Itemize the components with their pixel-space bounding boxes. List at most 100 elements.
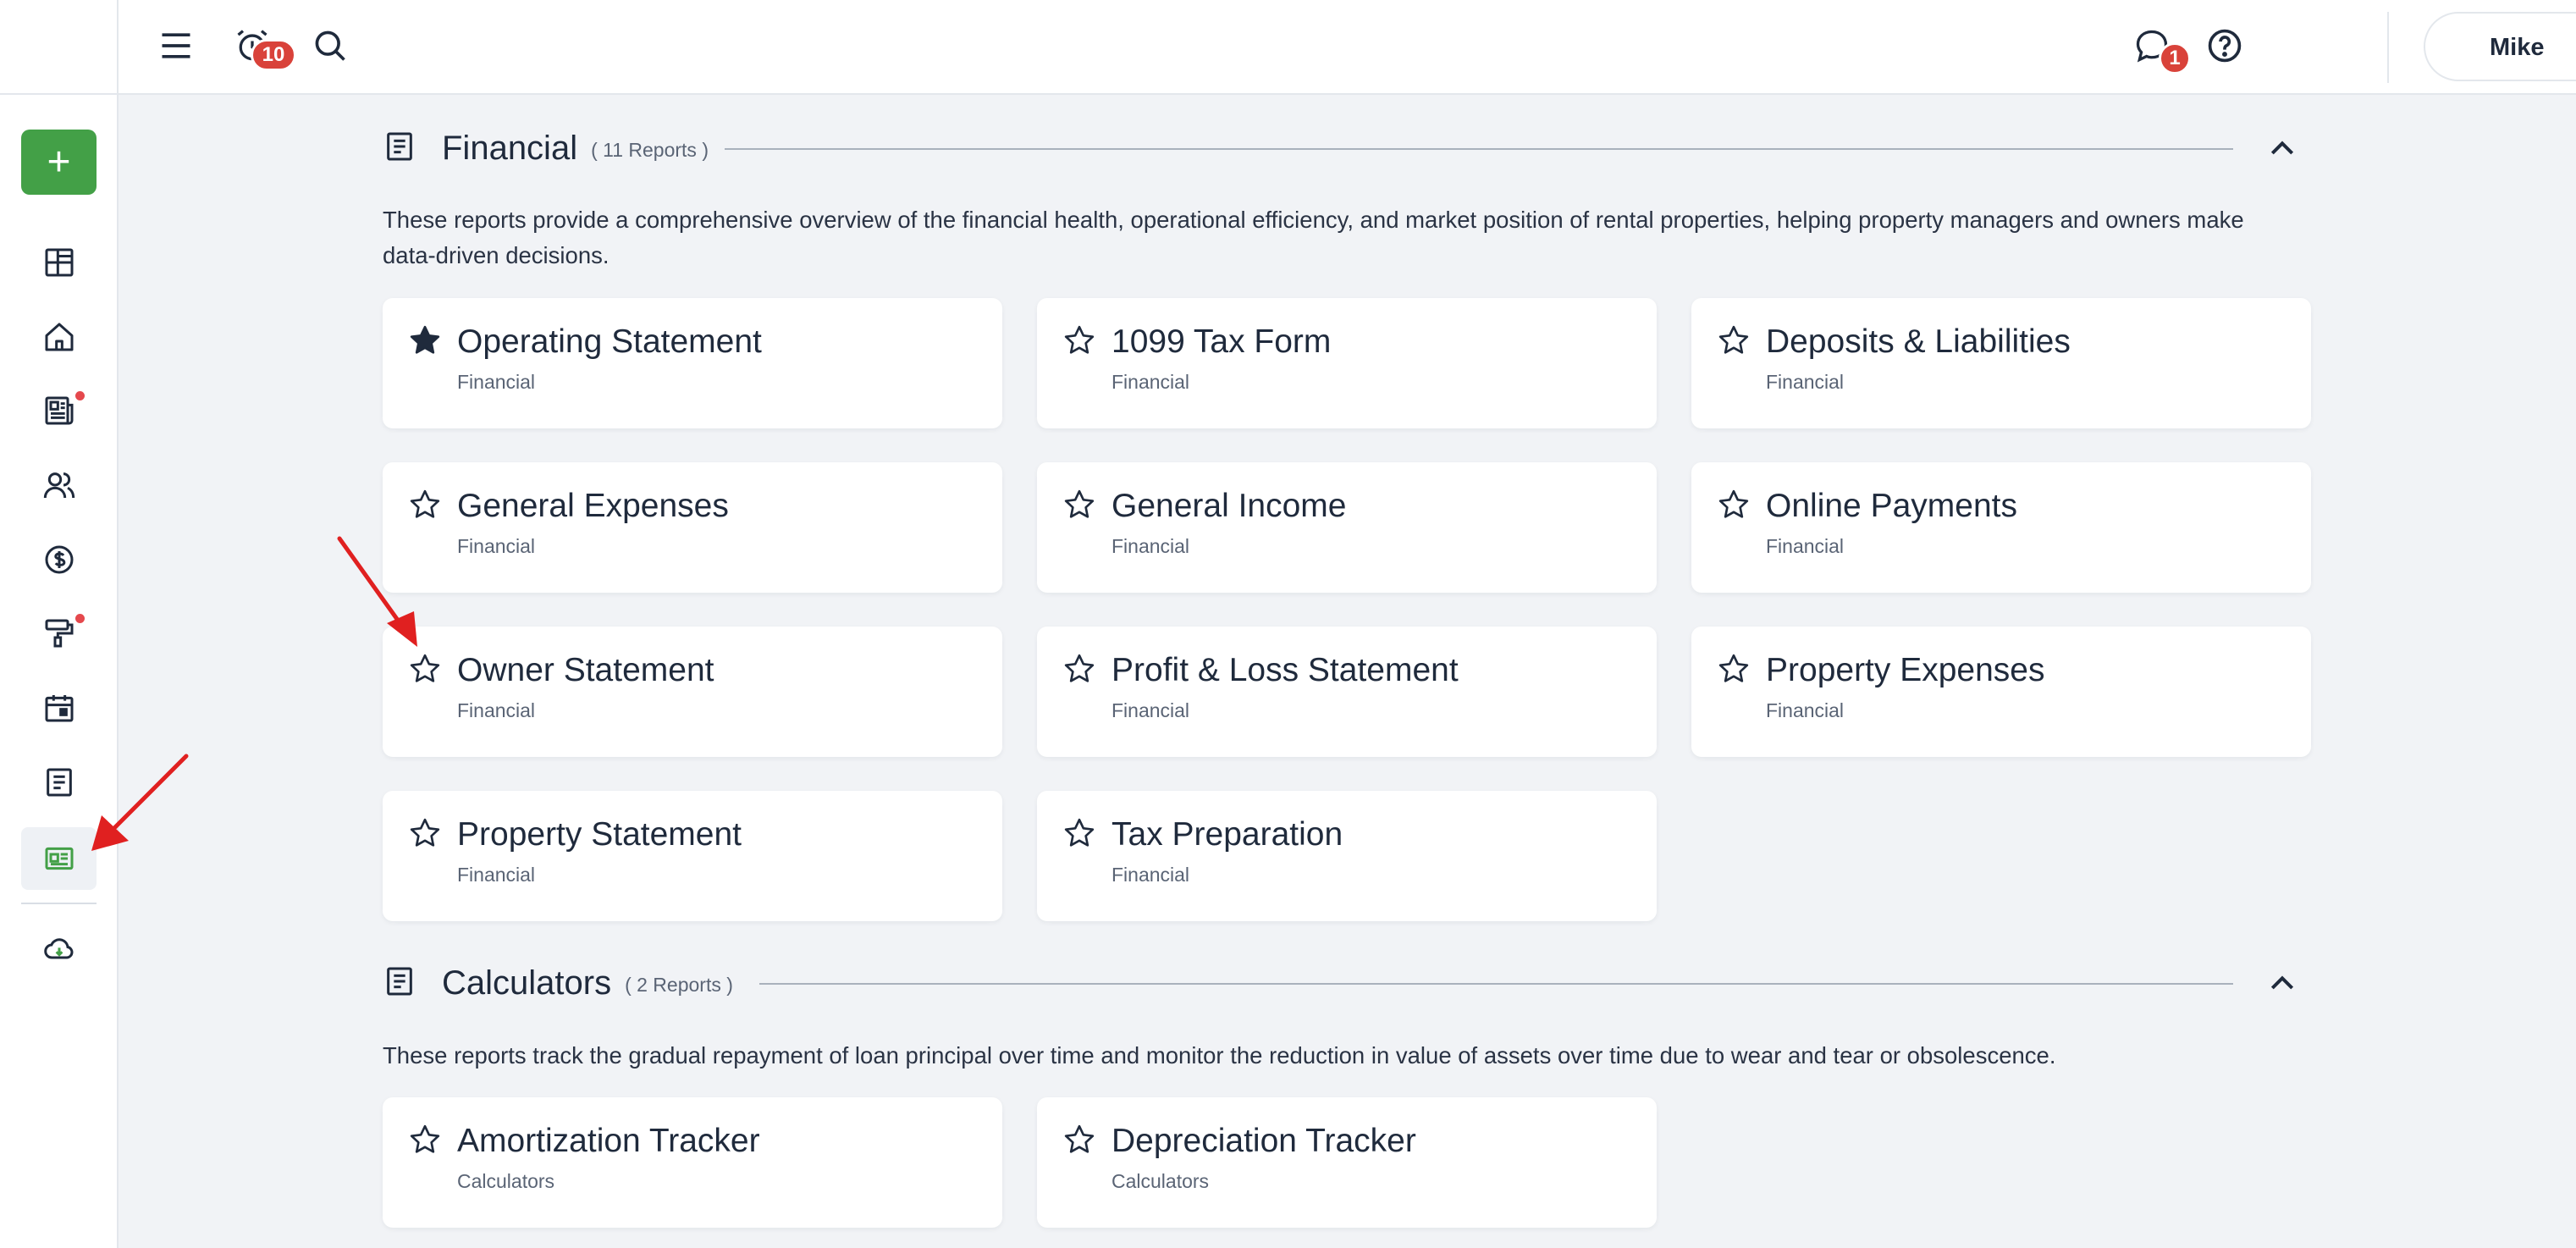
star-outline-icon[interactable] (408, 816, 442, 850)
report-title: Tax Preparation (1111, 816, 1343, 853)
chat-badge: 1 (2159, 42, 2191, 75)
star-outline-icon[interactable] (1062, 488, 1096, 522)
sidebar-item-cloud[interactable] (21, 918, 97, 980)
top-header: 10 1 Mike (119, 0, 2576, 95)
star-outline-icon[interactable] (1717, 652, 1751, 686)
dollar-circle-icon (45, 545, 73, 574)
star-outline-icon[interactable] (408, 488, 442, 522)
alarm-button[interactable]: 10 (229, 20, 296, 71)
home-icon (45, 323, 73, 351)
section-header-financial: Financial ( 11 Reports ) (383, 123, 709, 174)
section-title: Financial (442, 129, 578, 167)
section-divider (725, 148, 2233, 150)
report-category: Financial (457, 535, 536, 557)
report-card[interactable]: Online Payments Financial (1691, 462, 2311, 593)
newspaper-icon (45, 396, 73, 425)
search-icon (315, 30, 345, 61)
sidebar: + (0, 0, 119, 1248)
report-title: General Expenses (457, 488, 729, 524)
report-title: Amortization Tracker (457, 1123, 760, 1159)
report-card[interactable]: General Expenses Financial (383, 462, 1002, 593)
user-menu[interactable]: Mike (2424, 12, 2576, 81)
header-separator (2387, 12, 2389, 83)
section-description: These reports provide a comprehensive ov… (383, 207, 2244, 268)
sidebar-item-calendar[interactable] (21, 676, 97, 739)
document-icon (46, 768, 72, 797)
star-outline-icon[interactable] (408, 652, 442, 686)
sidebar-logo-area (0, 0, 117, 95)
hamburger-icon (162, 33, 190, 58)
report-category: Financial (457, 864, 536, 886)
report-category: Financial (1111, 864, 1190, 886)
report-category: Financial (1766, 535, 1845, 557)
report-category: Calculators (457, 1170, 555, 1192)
menu-button[interactable] (152, 20, 200, 71)
report-category: Financial (1766, 371, 1845, 393)
section-title: Calculators (442, 964, 612, 1002)
user-name: Mike (2490, 34, 2545, 61)
paint-roller-icon (45, 619, 73, 648)
help-circle-icon (2208, 29, 2242, 63)
report-card[interactable]: Deposits & Liabilities Financial (1691, 298, 2311, 428)
report-category: Financial (1111, 699, 1190, 721)
report-title: Property Expenses (1766, 652, 2045, 688)
report-card[interactable]: General Income Financial (1037, 462, 1657, 593)
sidebar-item-payments[interactable] (21, 528, 97, 591)
help-button[interactable] (2201, 20, 2248, 71)
report-title: Online Payments (1766, 488, 2017, 524)
report-title: Depreciation Tracker (1111, 1123, 1416, 1159)
star-outline-icon[interactable] (1062, 1123, 1096, 1157)
sidebar-divider (21, 903, 97, 904)
report-card[interactable]: Property Expenses Financial (1691, 627, 2311, 757)
report-card[interactable]: 1099 Tax Form Financial (1037, 298, 1657, 428)
report-category: Calculators (1111, 1170, 1210, 1192)
section-count: ( 2 Reports ) (625, 973, 733, 996)
dashboard-icon (45, 248, 73, 277)
report-card[interactable]: Tax Preparation Financial (1037, 791, 1657, 921)
star-outline-icon[interactable] (1062, 323, 1096, 357)
report-category: Financial (457, 699, 536, 721)
add-button[interactable]: + (21, 130, 97, 195)
sidebar-item-news[interactable] (21, 379, 97, 442)
chevron-up-icon[interactable] (2265, 967, 2299, 1001)
report-card[interactable]: Operating Statement Financial (383, 298, 1002, 428)
report-card[interactable]: Depreciation Tracker Calculators (1037, 1097, 1657, 1228)
document-icon (383, 130, 416, 168)
star-outline-icon[interactable] (1062, 652, 1096, 686)
search-button[interactable] (306, 20, 354, 71)
section-count: ( 11 Reports ) (591, 138, 709, 161)
sidebar-item-people[interactable] (21, 454, 97, 516)
report-category: Financial (1766, 699, 1845, 721)
people-icon (43, 472, 74, 499)
notification-dot (75, 614, 85, 623)
chevron-up-icon[interactable] (2265, 132, 2299, 166)
chat-button[interactable]: 1 (2128, 20, 2191, 75)
sidebar-item-maintenance[interactable] (21, 602, 97, 665)
annotation-arrow (337, 536, 417, 647)
report-card[interactable]: Profit & Loss Statement Financial (1037, 627, 1657, 757)
sidebar-item-dashboard[interactable] (21, 231, 97, 294)
star-outline-icon[interactable] (1717, 323, 1751, 357)
report-card[interactable]: Amortization Tracker Calculators (383, 1097, 1002, 1228)
star-filled-icon[interactable] (408, 323, 442, 357)
section-header-calculators: Calculators ( 2 Reports ) (383, 958, 733, 1008)
report-category: Financial (457, 371, 536, 393)
report-card[interactable]: Owner Statement Financial (383, 627, 1002, 757)
reports-icon (45, 847, 73, 870)
document-icon (383, 964, 416, 1002)
report-title: 1099 Tax Form (1111, 323, 1332, 360)
cloud-download-icon (43, 938, 73, 959)
annotation-arrow (91, 754, 189, 851)
report-title: Property Statement (457, 816, 742, 853)
report-card[interactable]: Property Statement Financial (383, 791, 1002, 921)
report-category: Financial (1111, 535, 1190, 557)
report-title: Owner Statement (457, 652, 714, 688)
section-description: These reports track the gradual repaymen… (383, 1042, 2056, 1069)
sidebar-item-home[interactable] (21, 306, 97, 368)
notification-dot (75, 391, 85, 400)
star-outline-icon[interactable] (1062, 816, 1096, 850)
star-outline-icon[interactable] (408, 1123, 442, 1157)
alarm-badge: 10 (251, 39, 296, 71)
star-outline-icon[interactable] (1717, 488, 1751, 522)
report-title: Operating Statement (457, 323, 762, 360)
